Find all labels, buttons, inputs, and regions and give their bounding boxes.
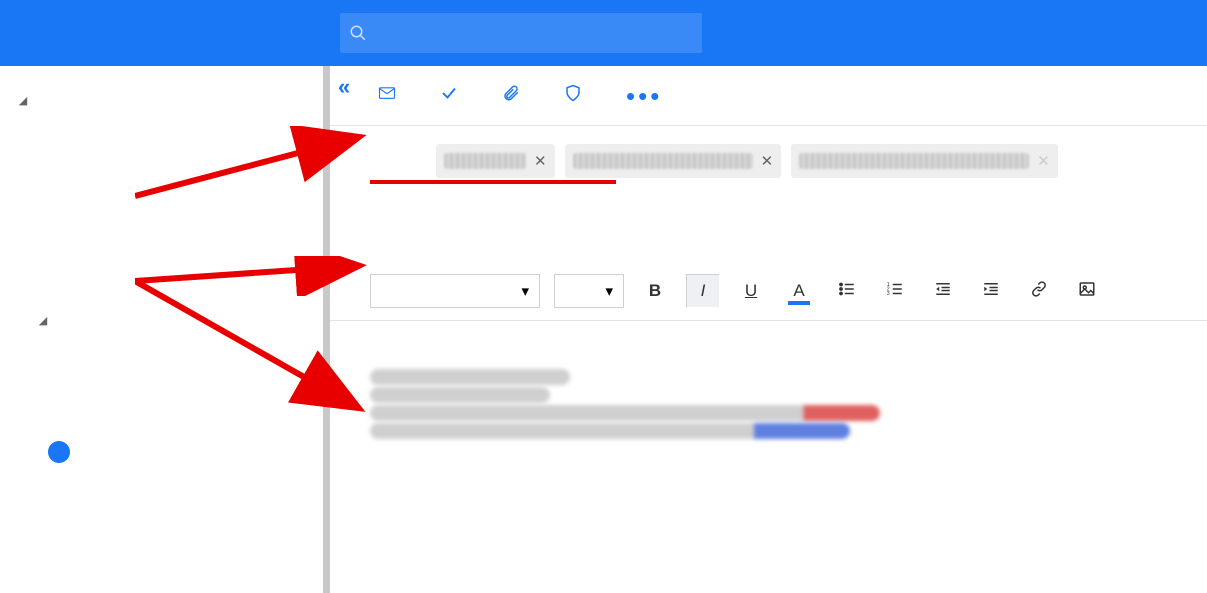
format-toolbar: ▾ ▾ B I U A 123	[330, 256, 1207, 308]
sidebar-item-jira[interactable]: ◢	[0, 298, 323, 342]
more-button[interactable]: •••	[626, 91, 662, 101]
sidebar-item-spam[interactable]	[0, 474, 323, 518]
collapse-icon[interactable]: «	[338, 74, 350, 100]
outdent-button[interactable]	[926, 274, 960, 308]
sidebar-item-confluence[interactable]	[0, 210, 323, 254]
redacted-text	[573, 153, 753, 169]
chip-remove-icon[interactable]: ✕	[1037, 152, 1050, 170]
redacted-text	[799, 153, 1029, 169]
search-box[interactable]	[340, 13, 702, 53]
to-field-row: ✕ ✕ ✕	[330, 126, 1207, 178]
chip-remove-icon[interactable]: ✕	[761, 152, 774, 170]
indent-button[interactable]	[974, 274, 1008, 308]
sidebar-item-jira-comments[interactable]	[0, 342, 323, 386]
sidebar-item-accounts[interactable]	[0, 122, 323, 166]
editor-body[interactable]	[330, 321, 1207, 439]
sidebar-item-inbox[interactable]: ◢	[0, 78, 323, 122]
recipient-chip-3[interactable]: ✕	[791, 144, 1058, 178]
underline-button[interactable]: U	[734, 274, 768, 308]
outdent-icon	[934, 280, 952, 303]
search-icon	[340, 13, 376, 53]
image-button[interactable]	[1070, 274, 1104, 308]
subject-field-row	[330, 208, 1207, 256]
send-button[interactable]	[378, 84, 404, 107]
recipient-chip-1[interactable]: ✕	[436, 144, 555, 178]
sidebar-item-sent[interactable]	[0, 386, 323, 430]
font-family-dropdown[interactable]: ▾	[370, 274, 540, 308]
text-color-button[interactable]: A	[782, 274, 816, 308]
bullet-list-icon	[838, 280, 856, 303]
top-bar	[0, 0, 1207, 66]
subject-input[interactable]	[436, 238, 936, 256]
save-button[interactable]	[440, 84, 466, 107]
search-input[interactable]	[376, 23, 702, 44]
signature-redacted	[370, 369, 1207, 439]
font-size-dropdown[interactable]: ▾	[554, 274, 624, 308]
caret-down-icon: ▾	[521, 282, 529, 300]
chip-remove-icon[interactable]: ✕	[534, 152, 547, 170]
caret-down-icon: ▾	[605, 282, 613, 300]
sidebar-item-trash[interactable]	[0, 518, 323, 562]
drafts-badge	[48, 441, 70, 463]
caret-down-icon: ◢	[14, 94, 32, 107]
sidebar-item-drafts[interactable]	[0, 430, 323, 474]
more-icon: •••	[626, 91, 662, 101]
sidebar-item-hipchat[interactable]	[0, 254, 323, 298]
cc-field-row[interactable]	[330, 178, 1207, 208]
number-list-button[interactable]: 123	[878, 274, 912, 308]
redacted-text	[444, 153, 526, 169]
number-list-icon: 123	[886, 280, 904, 303]
caret-down-icon: ◢	[34, 314, 52, 327]
svg-text:3: 3	[887, 291, 890, 297]
check-icon	[440, 84, 458, 107]
bullet-list-button[interactable]	[830, 274, 864, 308]
shield-icon	[564, 84, 582, 107]
recipient-chip-2[interactable]: ✕	[565, 144, 782, 178]
sidebar-item-mentions[interactable]	[0, 166, 323, 210]
security-button[interactable]	[564, 84, 590, 107]
sidebar: ◢ ◢	[0, 66, 330, 593]
attach-button[interactable]	[502, 84, 528, 107]
compose-toolbar: •••	[330, 66, 1207, 107]
indent-icon	[982, 280, 1000, 303]
image-icon	[1078, 280, 1096, 303]
italic-button[interactable]: I	[686, 274, 720, 308]
link-button[interactable]	[1022, 274, 1056, 308]
envelope-icon	[378, 84, 396, 107]
bold-button[interactable]: B	[638, 274, 672, 308]
compose-pane: «	[330, 66, 1207, 593]
paperclip-icon	[502, 84, 520, 107]
link-icon	[1030, 280, 1048, 303]
